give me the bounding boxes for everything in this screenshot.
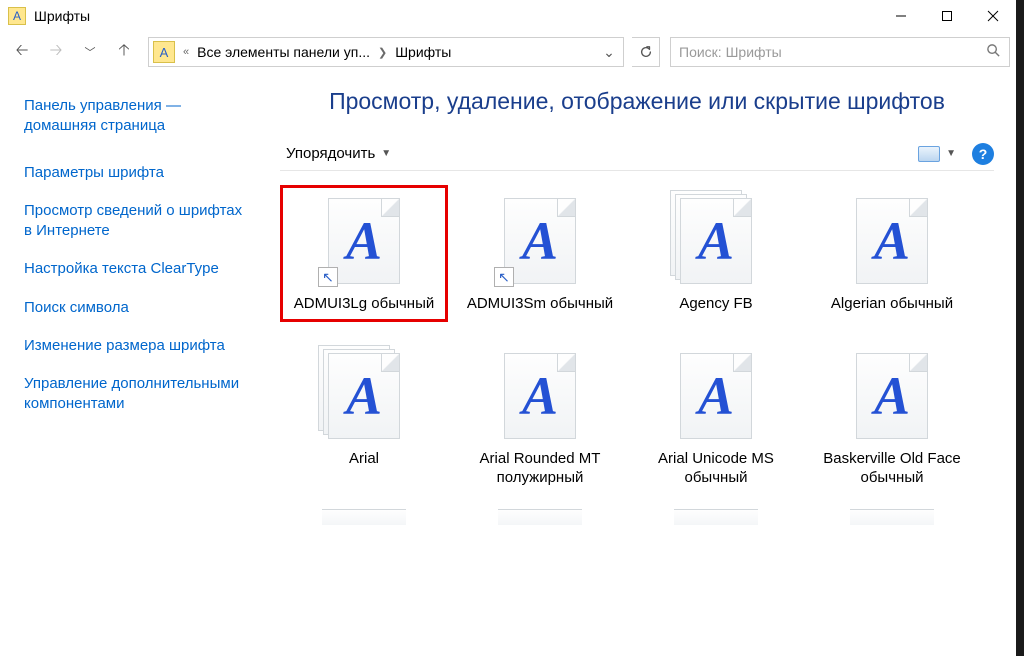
view-icon bbox=[918, 146, 940, 162]
sidebar-link-cleartype[interactable]: Настройка текста ClearType bbox=[24, 259, 248, 279]
shortcut-badge-icon: ↗ bbox=[494, 267, 514, 287]
font-item[interactable]: A↗ ADMUI3Lg обычный bbox=[280, 185, 448, 322]
view-options-button[interactable]: ▼ bbox=[918, 146, 956, 162]
back-button[interactable]: 🡠 bbox=[6, 36, 38, 68]
font-item-label: Arial Unicode MS обычный bbox=[636, 450, 796, 488]
font-item[interactable]: A Arial bbox=[280, 340, 448, 496]
sidebar-link-home[interactable]: Панель управления — домашняя страница bbox=[24, 96, 248, 137]
font-item[interactable]: A Arial Unicode MS обычный bbox=[632, 340, 800, 496]
breadcrumb-chevron-icon[interactable]: ❯ bbox=[374, 46, 391, 59]
font-file-icon: A↗ bbox=[492, 193, 588, 289]
font-item[interactable]: A Agency FB bbox=[632, 185, 800, 322]
font-grid-next-row-peek bbox=[280, 509, 994, 525]
font-item[interactable]: A Baskerville Old Face обычный bbox=[808, 340, 976, 496]
font-file-icon: A bbox=[844, 193, 940, 289]
font-file-icon: A bbox=[668, 193, 764, 289]
window-title: Шрифты bbox=[34, 8, 878, 24]
folder-icon: A bbox=[153, 41, 175, 63]
main-content: Просмотр, удаление, отображение или скры… bbox=[262, 72, 1016, 656]
close-button[interactable] bbox=[970, 0, 1016, 32]
address-dropdown[interactable]: ⌄ bbox=[595, 44, 623, 61]
refresh-button[interactable] bbox=[632, 37, 660, 67]
font-item[interactable]: A↗ ADMUI3Sm обычный bbox=[456, 185, 624, 322]
sidebar-link-font-info-online[interactable]: Просмотр сведений о шрифтах в Интернете bbox=[24, 201, 248, 242]
organize-button[interactable]: Упорядочить ▼ bbox=[280, 141, 397, 166]
help-icon[interactable]: ? bbox=[972, 143, 994, 165]
organize-label: Упорядочить bbox=[286, 145, 375, 162]
sidebar-link-font-settings[interactable]: Параметры шрифта bbox=[24, 163, 248, 183]
font-item[interactable]: A Algerian обычный bbox=[808, 185, 976, 322]
up-button[interactable]: 🡡 bbox=[108, 36, 140, 68]
forward-button[interactable]: 🡢 bbox=[40, 36, 72, 68]
recent-dropdown[interactable]: ﹀ bbox=[74, 36, 106, 68]
address-bar[interactable]: A « Все элементы панели уп... ❯ Шрифты ⌄ bbox=[148, 37, 624, 67]
font-item-label: Algerian обычный bbox=[812, 295, 972, 314]
font-item[interactable]: A Arial Rounded MT полужирный bbox=[456, 340, 624, 496]
font-file-icon: A bbox=[844, 348, 940, 444]
chevron-down-icon: ▼ bbox=[381, 148, 391, 159]
shortcut-badge-icon: ↗ bbox=[318, 267, 338, 287]
font-item-label: Arial bbox=[284, 450, 444, 469]
search-box[interactable] bbox=[670, 37, 1010, 67]
font-file-icon: A bbox=[316, 348, 412, 444]
minimize-button[interactable] bbox=[878, 0, 924, 32]
toolbar: Упорядочить ▼ ▼ ? bbox=[280, 137, 994, 171]
font-item-label: ADMUI3Lg обычный bbox=[284, 295, 444, 314]
font-file-icon: A↗ bbox=[316, 193, 412, 289]
font-item-label: Agency FB bbox=[636, 295, 796, 314]
font-item-label: Baskerville Old Face обычный bbox=[812, 450, 972, 488]
font-file-icon: A bbox=[668, 348, 764, 444]
breadcrumb-prefix: « bbox=[179, 46, 193, 58]
sidebar-link-add-components[interactable]: Управление дополнительными компонентами bbox=[24, 374, 248, 415]
breadcrumb-segment[interactable]: Все элементы панели уп... bbox=[193, 44, 374, 60]
search-icon[interactable] bbox=[986, 43, 1001, 61]
sidebar-link-find-character[interactable]: Поиск символа bbox=[24, 298, 248, 318]
breadcrumb-segment[interactable]: Шрифты bbox=[391, 44, 455, 60]
navigation-bar: 🡠 🡢 ﹀ 🡡 A « Все элементы панели уп... ❯ … bbox=[0, 32, 1016, 72]
title-bar: A Шрифты bbox=[0, 0, 1016, 32]
font-item-label: Arial Rounded MT полужирный bbox=[460, 450, 620, 488]
font-item-label: ADMUI3Sm обычный bbox=[460, 295, 620, 314]
search-input[interactable] bbox=[679, 44, 986, 60]
sidebar-link-font-size[interactable]: Изменение размера шрифта bbox=[24, 336, 248, 356]
font-file-icon: A bbox=[492, 348, 588, 444]
app-icon: A bbox=[8, 7, 26, 25]
page-title: Просмотр, удаление, отображение или скры… bbox=[280, 88, 994, 115]
font-grid: A↗ADMUI3Lg обычныйA↗ADMUI3Sm обычныйAAge… bbox=[280, 185, 994, 495]
chevron-down-icon: ▼ bbox=[946, 148, 956, 159]
maximize-button[interactable] bbox=[924, 0, 970, 32]
window-controls bbox=[878, 0, 1016, 32]
sidebar: Панель управления — домашняя страница Па… bbox=[0, 72, 262, 656]
